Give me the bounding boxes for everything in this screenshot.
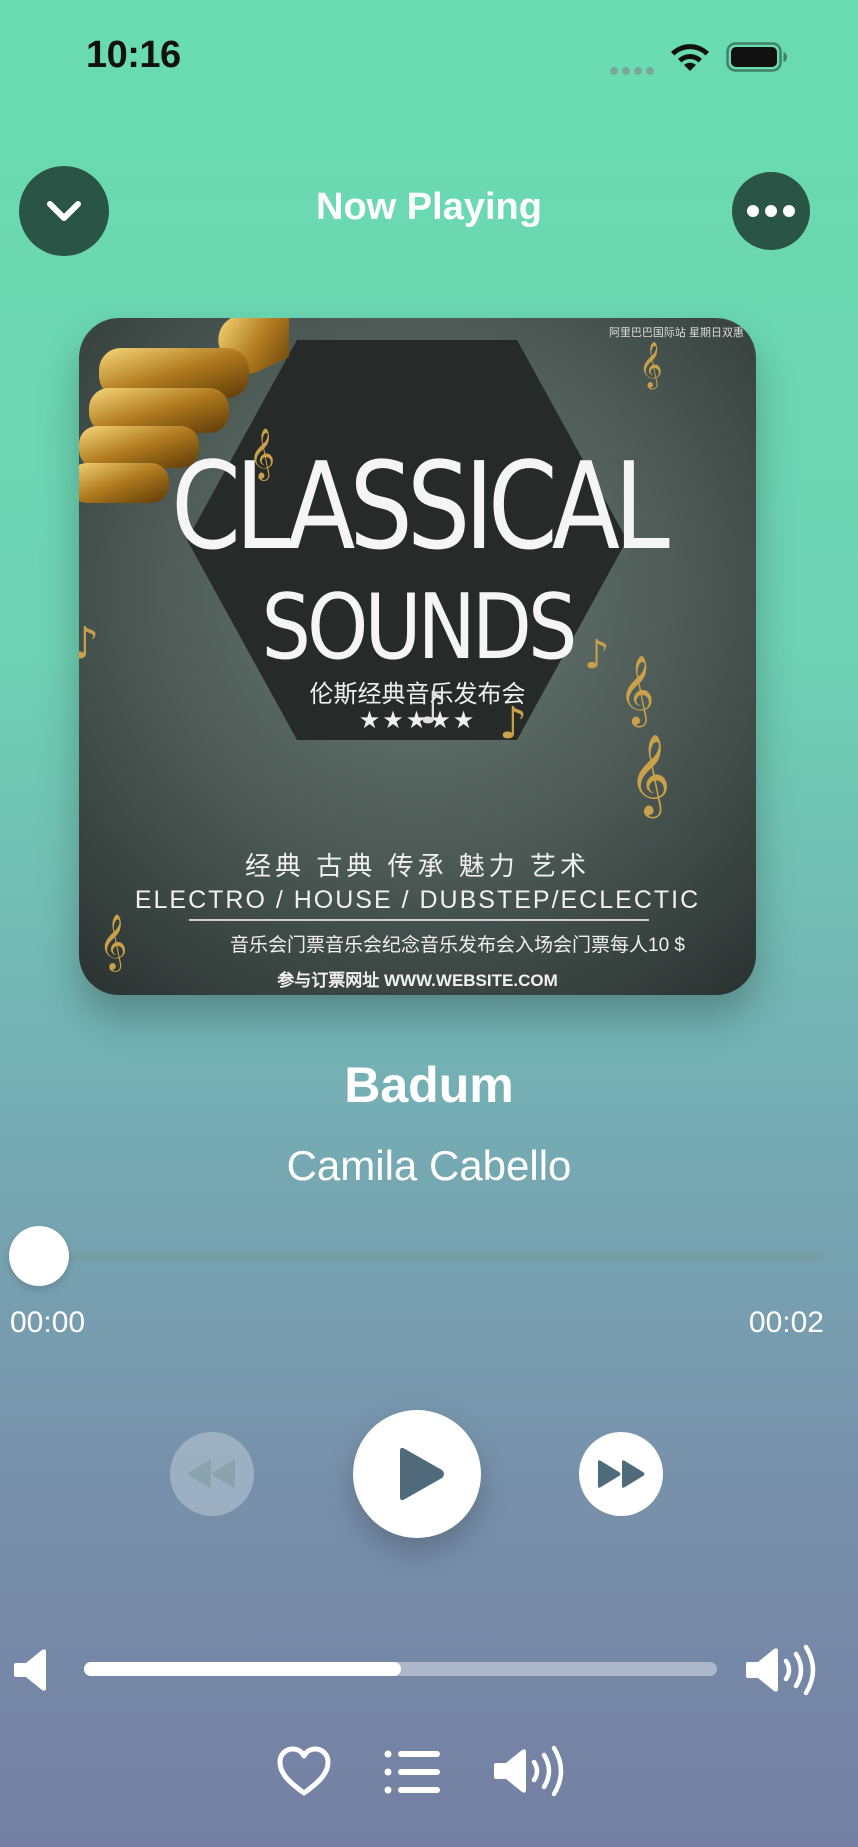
artwork-genres-cn: 经典 古典 传承 魅力 艺术 — [245, 851, 590, 881]
time-elapsed: 00:00 — [10, 1306, 86, 1339]
svg-text:𝄞: 𝄞 — [639, 342, 663, 390]
volume-high-icon — [746, 1644, 816, 1696]
battery-icon — [726, 42, 787, 72]
queue-button[interactable] — [384, 1748, 440, 1796]
progress-bar[interactable] — [40, 1253, 824, 1261]
play-button[interactable] — [353, 1410, 481, 1538]
time-total: 00:02 — [748, 1306, 824, 1339]
track-title: Badum — [344, 1057, 514, 1113]
wifi-icon — [671, 44, 709, 71]
volume-low-icon — [14, 1649, 46, 1691]
progress-thumb[interactable] — [9, 1226, 69, 1286]
more-options-button[interactable] — [732, 172, 810, 250]
play-icon — [400, 1447, 444, 1501]
svg-text:♪: ♪ — [499, 698, 527, 749]
artwork-divider — [189, 919, 649, 921]
svg-text:♪: ♪ — [584, 632, 610, 678]
ellipsis-icon — [747, 205, 795, 217]
svg-text:𝄞: 𝄞 — [629, 733, 670, 818]
list-icon — [384, 1750, 440, 1794]
volume-slider[interactable] — [84, 1662, 717, 1676]
artwork-price-line: 音乐会门票音乐会纪念音乐发布会入场会门票每人10 $ — [230, 935, 685, 956]
rewind-button[interactable] — [170, 1432, 254, 1516]
svg-text:𝄞: 𝄞 — [249, 428, 275, 481]
fast-forward-icon — [598, 1460, 645, 1488]
svg-text:𝄞: 𝄞 — [619, 655, 654, 727]
favorite-button[interactable] — [276, 1746, 332, 1798]
heart-icon — [277, 1746, 331, 1796]
page-title: Now Playing — [316, 186, 542, 228]
artwork-website: 参与订票网址 WWW.WEBSITE.COM — [277, 971, 558, 990]
audio-output-button[interactable] — [494, 1744, 568, 1798]
volume-fill — [84, 1662, 401, 1676]
svg-text:♪: ♪ — [419, 683, 447, 734]
cellular-signal-icon — [610, 62, 658, 80]
track-artist: Camila Cabello — [286, 1142, 572, 1189]
artwork-genres: ELECTRO / HOUSE / DUBSTEP/ECLECTIC — [134, 886, 701, 914]
status-time: 10:16 — [86, 34, 181, 76]
speaker-wave-icon — [494, 1745, 564, 1797]
album-artwork: 阿里巴巴国际站 星期日双惠 CLASSICAL SOUNDS 伦斯经典音乐发布会… — [79, 318, 756, 995]
fast-forward-button[interactable] — [579, 1432, 663, 1516]
status-bar: 10:16 — [0, 0, 858, 110]
svg-text:♪: ♪ — [79, 618, 99, 669]
rewind-icon — [188, 1460, 235, 1488]
